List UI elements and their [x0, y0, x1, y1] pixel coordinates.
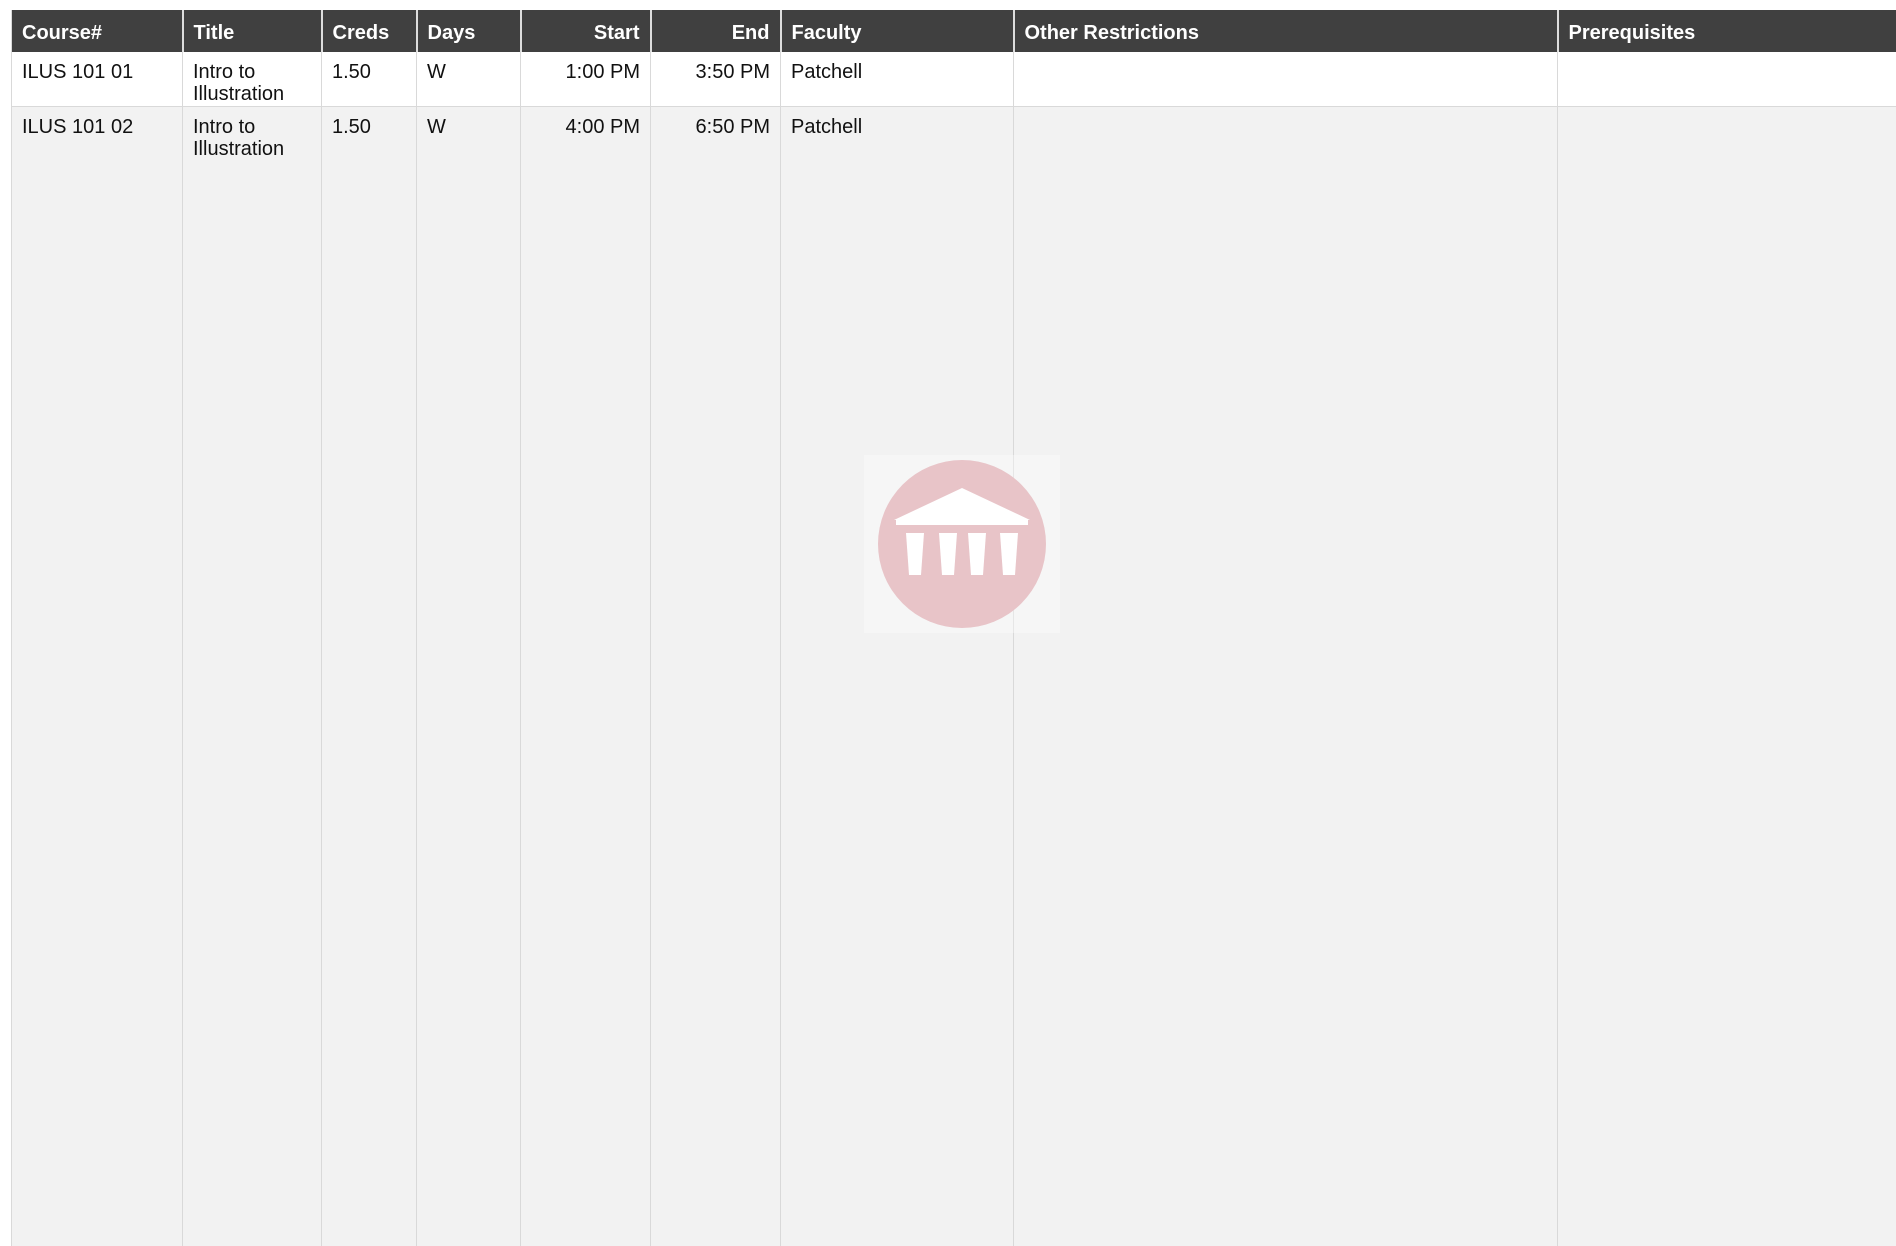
cell-faculty: Patchell [780, 52, 1014, 107]
cell-end: 6:50 PM [650, 106, 781, 1246]
header-row: Course# Title Creds Days Start End Facul… [11, 10, 1896, 52]
cell-start: 4:00 PM [520, 106, 651, 1246]
cell-course: ILUS 101 02 [11, 106, 183, 1246]
cell-title: Intro to Illustration [182, 52, 322, 107]
cell-end: 3:50 PM [650, 52, 781, 107]
header-end[interactable]: End [650, 10, 782, 52]
cell-days: W [416, 52, 521, 107]
cell-creds: 1.50 [321, 52, 417, 107]
header-other-restrictions[interactable]: Other Restrictions [1013, 10, 1559, 52]
cell-prerequisites [1557, 106, 1896, 1246]
cell-title: Intro to Illustration [182, 106, 322, 1246]
table-row[interactable]: ILUS 101 02 Intro to Illustration 1.50 W… [11, 106, 1896, 1246]
header-start[interactable]: Start [520, 10, 652, 52]
header-course[interactable]: Course# [11, 10, 184, 52]
header-creds[interactable]: Creds [321, 10, 418, 52]
cell-creds: 1.50 [321, 106, 417, 1246]
institution-watermark [864, 455, 1060, 633]
cell-prerequisites [1557, 52, 1896, 107]
header-faculty[interactable]: Faculty [780, 10, 1015, 52]
cell-faculty: Patchell [780, 106, 1014, 1246]
table-body: ILUS 101 01 Intro to Illustration 1.50 W… [11, 52, 1896, 1246]
cell-other-restrictions [1013, 52, 1558, 107]
header-title[interactable]: Title [182, 10, 323, 52]
table-header: Course# Title Creds Days Start End Facul… [11, 10, 1896, 52]
header-prerequisites[interactable]: Prerequisites [1557, 10, 1896, 52]
cell-start: 1:00 PM [520, 52, 651, 107]
schedule-viewport: Course# Title Creds Days Start End Facul… [0, 0, 1896, 1246]
table-row[interactable]: ILUS 101 01 Intro to Illustration 1.50 W… [11, 52, 1896, 107]
cell-course: ILUS 101 01 [11, 52, 183, 107]
header-days[interactable]: Days [416, 10, 522, 52]
cell-days: W [416, 106, 521, 1246]
cell-other-restrictions [1013, 106, 1558, 1246]
institution-building-icon [878, 460, 1046, 628]
